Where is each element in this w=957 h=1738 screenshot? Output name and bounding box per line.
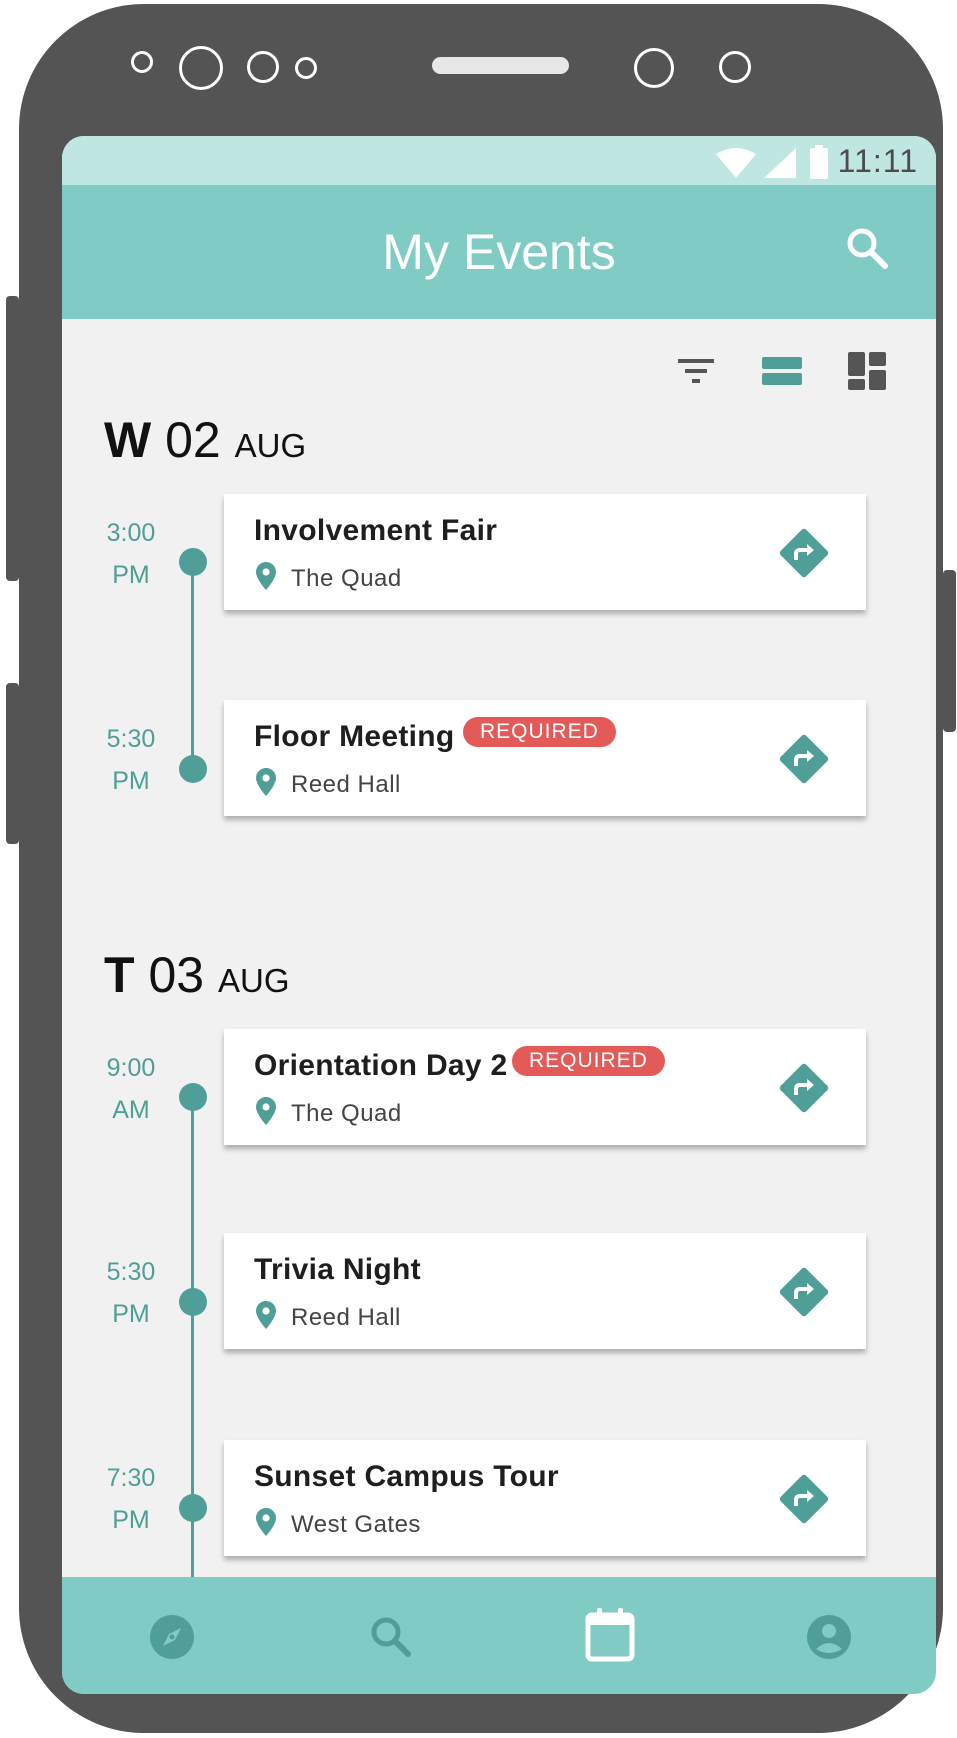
event-time: 7:30 PM	[88, 1457, 174, 1541]
timeline-dot	[179, 548, 207, 576]
location-pin-icon	[256, 562, 276, 590]
directions-icon[interactable]	[777, 732, 831, 786]
event-title: Orientation Day 2	[254, 1049, 508, 1082]
time-hour: 3:00	[106, 519, 156, 547]
event-time: 9:00 AM	[88, 1047, 174, 1131]
side-button	[943, 570, 956, 732]
event-title: Floor Meeting	[254, 720, 455, 753]
app-bar: My Events	[62, 185, 936, 319]
location-pin-icon	[256, 768, 276, 796]
event-location: Reed Hall	[291, 1304, 401, 1331]
event-time: 3:00 PM	[88, 512, 174, 596]
location-pin-icon	[256, 1097, 276, 1125]
time-hour: 9:00	[106, 1054, 156, 1082]
event-title: Sunset Campus Tour	[254, 1460, 559, 1493]
event-title: Involvement Fair	[254, 514, 498, 547]
time-period: PM	[112, 1506, 150, 1534]
status-time: 11:11	[837, 143, 918, 179]
volume-button	[6, 683, 19, 844]
power-button	[6, 296, 19, 581]
time-period: PM	[112, 561, 150, 589]
timeline-dot	[179, 1494, 207, 1522]
calendar-icon[interactable]	[584, 1607, 636, 1663]
day-month: AUG	[234, 427, 307, 464]
directions-icon[interactable]	[777, 1472, 831, 1526]
timeline-dot	[179, 755, 207, 783]
required-badge: REQUIRED	[512, 1046, 665, 1076]
timeline-dot	[179, 1083, 207, 1111]
event-title: Trivia Night	[254, 1253, 421, 1286]
bottom-navigation	[62, 1577, 936, 1694]
location-pin-icon	[256, 1301, 276, 1329]
event-time: 5:30 PM	[88, 718, 174, 802]
cellular-signal-icon	[764, 148, 796, 178]
event-location: The Quad	[291, 1100, 402, 1127]
list-view-icon[interactable]	[760, 349, 804, 393]
time-hour: 7:30	[106, 1464, 156, 1492]
day-header: T 03 AUG	[104, 946, 290, 1004]
time-hour: 5:30	[106, 725, 156, 753]
directions-icon[interactable]	[777, 526, 831, 580]
time-hour: 5:30	[106, 1258, 156, 1286]
search-icon[interactable]	[842, 223, 894, 275]
page-title: My Events	[382, 224, 616, 280]
status-bar: 11:11	[62, 136, 936, 185]
grid-view-icon[interactable]	[845, 349, 889, 393]
day-date: 02	[165, 412, 221, 468]
front-camera-icon	[179, 46, 223, 90]
day-month: AUG	[217, 962, 290, 999]
time-period: PM	[112, 767, 150, 795]
event-time: 5:30 PM	[88, 1251, 174, 1335]
event-location: The Quad	[291, 565, 402, 592]
earpiece-speaker	[432, 57, 569, 74]
wifi-icon	[716, 148, 756, 178]
phone-screen: 11:11 My Events W 02 AUG 3:00 PM Involve…	[62, 136, 936, 1694]
event-card[interactable]: Floor Meeting REQUIRED Reed Hall	[224, 700, 866, 816]
event-card[interactable]: Involvement Fair The Quad	[224, 494, 866, 610]
search-icon[interactable]	[366, 1612, 416, 1662]
timeline-line	[191, 562, 194, 769]
day-of-week: T	[104, 947, 135, 1003]
directions-icon[interactable]	[777, 1061, 831, 1115]
required-badge: REQUIRED	[463, 717, 616, 747]
event-card[interactable]: Trivia Night Reed Hall	[224, 1233, 866, 1349]
event-location: Reed Hall	[291, 771, 401, 798]
event-location: West Gates	[291, 1511, 421, 1538]
sensor-icon	[247, 51, 279, 83]
location-pin-icon	[256, 1508, 276, 1536]
events-list[interactable]: W 02 AUG 3:00 PM Involvement Fair The Qu…	[62, 319, 936, 1577]
time-period: PM	[112, 1300, 150, 1328]
event-card[interactable]: Sunset Campus Tour West Gates	[224, 1440, 866, 1556]
explore-icon[interactable]	[147, 1612, 197, 1662]
sensor-icon	[295, 57, 317, 79]
device-frame: 11:11 My Events W 02 AUG 3:00 PM Involve…	[19, 4, 943, 1733]
day-of-week: W	[104, 412, 152, 468]
front-camera-icon	[634, 48, 674, 88]
battery-icon	[810, 145, 828, 179]
timeline-dot	[179, 1288, 207, 1316]
filter-icon[interactable]	[674, 349, 718, 393]
directions-icon[interactable]	[777, 1265, 831, 1319]
profile-icon[interactable]	[804, 1612, 854, 1662]
sensor-icon	[131, 51, 153, 73]
time-period: AM	[112, 1096, 150, 1124]
event-card[interactable]: Orientation Day 2 REQUIRED The Quad	[224, 1029, 866, 1145]
day-header: W 02 AUG	[104, 411, 306, 469]
sensor-icon	[719, 51, 751, 83]
day-date: 03	[148, 947, 205, 1003]
